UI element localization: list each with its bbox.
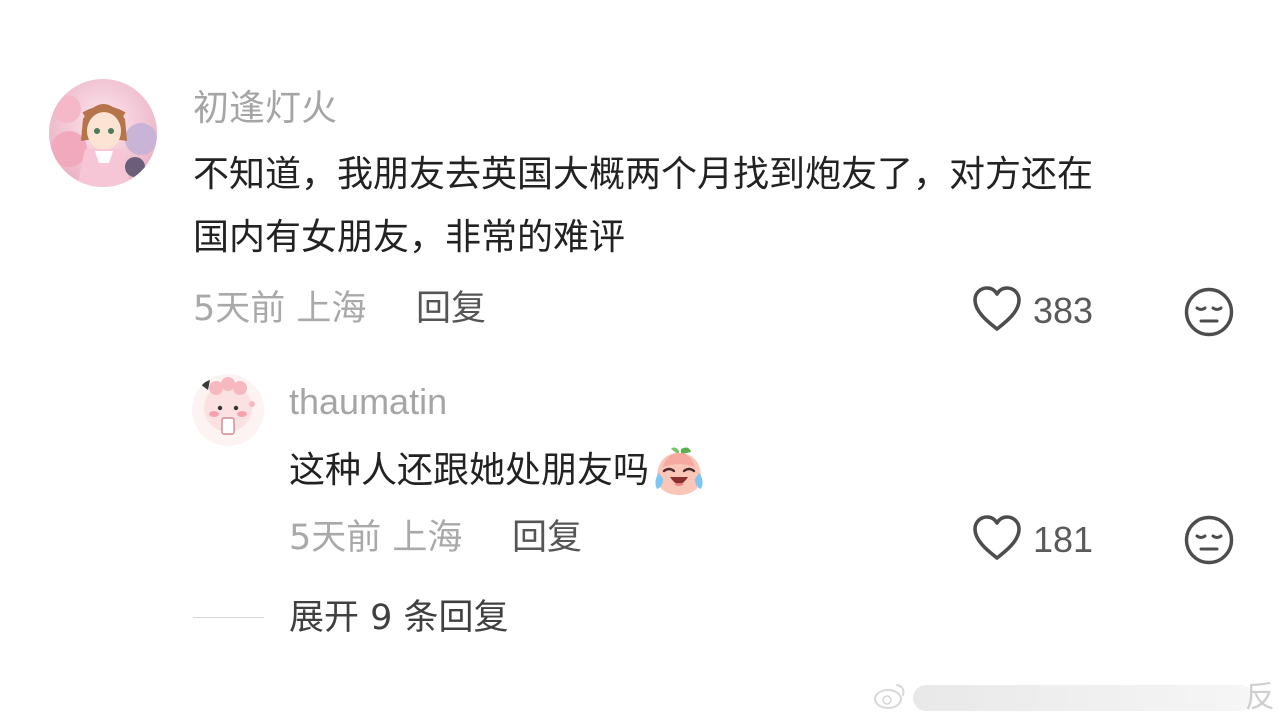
reply-button[interactable]: 回复 [416,285,486,333]
reply-text: 这种人还跟她处朋友吗 [289,450,650,491]
dislike-button[interactable] [1184,287,1234,337]
meh-face-icon [1184,287,1234,341]
comment-text-line: 国内有女朋友，非常的难评 [193,217,626,258]
like-count: 181 [1033,519,1094,560]
dislike-button[interactable] [1184,515,1234,565]
heart-outline-icon [971,514,1023,566]
like-count: 383 [1033,290,1094,331]
reply-text-row: 这种人还跟她处朋友吗 [289,443,707,499]
watermark: 反 [873,678,1273,718]
username[interactable]: thaumatin [289,378,447,426]
username[interactable]: 初逢灯火 [193,85,337,133]
comment-text-line: 不知道，我朋友去英国大概两个月找到炮友了，对方还在 [193,154,1094,195]
like-button[interactable]: 181 [971,513,1093,567]
comment-meta: 5天前 上海 [193,289,367,329]
comment-meta: 5天前 上海 [289,518,463,558]
meh-face-icon [1184,515,1234,569]
like-button[interactable]: 383 [971,284,1093,338]
expand-replies-button[interactable]: 展开 9 条回复 [289,594,509,642]
heart-outline-icon [971,285,1023,337]
avatar[interactable] [49,79,157,187]
weibo-logo-icon [873,681,907,715]
watermark-text: 反 [1245,680,1273,715]
reply-button[interactable]: 回复 [512,514,582,562]
watermark-bar [913,685,1253,711]
expand-divider [193,617,264,618]
laughing-crying-peach-emoji-icon [651,443,707,499]
avatar[interactable] [192,374,264,446]
